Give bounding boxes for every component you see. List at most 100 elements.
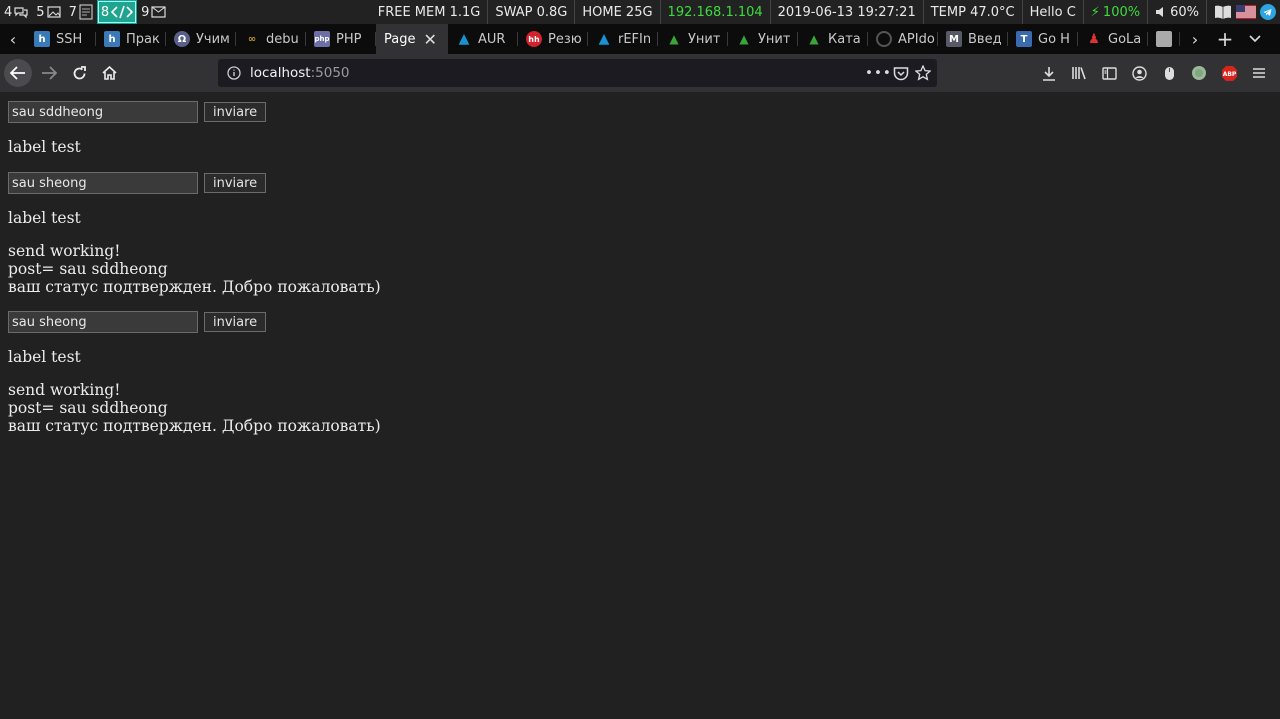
chevron-left-icon: ‹ (9, 29, 17, 49)
tab-kata[interactable]: ▲ Ката (798, 24, 868, 54)
tab-label: debu (266, 31, 299, 47)
triangle-favicon-icon: ▲ (669, 32, 679, 46)
tab-go-h[interactable]: T Go H (1008, 24, 1078, 54)
h-favicon-icon: h (34, 31, 50, 47)
svg-text:ABP: ABP (1222, 71, 1236, 78)
tab-label: Ката (828, 31, 861, 47)
tab-unit-1[interactable]: ▲ Унит (658, 24, 728, 54)
response-post: post= sau sddheong (8, 399, 168, 417)
message-form: inviare (8, 172, 267, 194)
tab-unit-2[interactable]: ▲ Унит (728, 24, 798, 54)
message-input[interactable] (8, 311, 198, 333)
back-button[interactable] (4, 59, 32, 87)
workspace-number: 4 (4, 4, 13, 20)
ip-address: 192.168.1.104 (659, 0, 770, 24)
tab-page-active[interactable]: Page ✕ (376, 24, 448, 54)
account-button[interactable] (1124, 58, 1154, 88)
workspace-8[interactable]: 8 (96, 0, 138, 24)
reload-button[interactable] (64, 58, 94, 88)
workspace-7[interactable]: 7 (65, 0, 97, 24)
tab-label: Унит (688, 31, 721, 47)
telegram-icon[interactable] (1260, 4, 1276, 20)
home-disk: HOME 25G (574, 0, 659, 24)
tab-label: Введ (968, 31, 1002, 47)
page-actions-icon[interactable]: ••• (865, 65, 891, 81)
tab-document[interactable] (1148, 24, 1180, 54)
send-button[interactable]: inviare (204, 173, 267, 193)
pocket-icon[interactable] (893, 66, 909, 81)
url-port: :5050 (310, 65, 350, 81)
image-icon (46, 6, 61, 18)
url-text[interactable]: localhost:5050 (250, 65, 350, 81)
workspace-number: 9 (141, 4, 150, 20)
tab-refind[interactable]: ▲ rEFIn (588, 24, 658, 54)
scroll-tabs-left-button[interactable]: ‹ (0, 24, 26, 54)
tray (1206, 0, 1280, 24)
t-favicon-icon: T (1016, 31, 1032, 47)
battery-percent: 100% (1102, 4, 1141, 20)
extension-circle-button[interactable] (1184, 58, 1214, 88)
forward-button[interactable] (34, 58, 64, 88)
tab-label: SSH (56, 31, 83, 47)
tab-apidoc[interactable]: APIdo (868, 24, 938, 54)
chevron-down-icon (1249, 35, 1261, 43)
adblock-plus-icon: ABP (1221, 65, 1237, 81)
sidebar-button[interactable] (1094, 58, 1124, 88)
page-content: inviare label test inviare label test se… (0, 92, 1280, 719)
message-input[interactable] (8, 101, 198, 123)
scroll-tabs-right-button[interactable]: › (1180, 24, 1210, 54)
mouse-icon (1164, 66, 1174, 80)
info-icon[interactable] (218, 66, 250, 80)
plus-icon: + (1216, 27, 1234, 51)
triangle-favicon-icon: ▲ (739, 32, 749, 46)
extension-mouse-button[interactable] (1154, 58, 1184, 88)
tab-ssh[interactable]: h SSH (26, 24, 96, 54)
tab-golang[interactable]: ♟ GoLa (1078, 24, 1148, 54)
send-button[interactable]: inviare (204, 102, 267, 122)
arch-favicon-icon: ▲ (598, 31, 610, 47)
book-icon[interactable] (1214, 4, 1232, 20)
home-button[interactable] (94, 58, 124, 88)
swap-usage: SWAP 0.8G (487, 0, 574, 24)
url-host: localhost (250, 65, 311, 81)
tab-debug[interactable]: ∞ debu (236, 24, 306, 54)
navigation-toolbar: localhost:5050 ••• ABP (0, 54, 1280, 92)
workspace-4[interactable]: 4 (0, 0, 32, 24)
tab-label: GoLa (1108, 31, 1142, 47)
workspace-5[interactable]: 5 (32, 0, 64, 24)
send-button[interactable]: inviare (204, 312, 267, 332)
url-bar[interactable]: localhost:5050 ••• (218, 59, 937, 87)
volume-percent: 60% (1170, 4, 1199, 20)
form-label: label test (8, 209, 81, 227)
php-favicon-icon: php (314, 31, 330, 47)
open-menu-button[interactable] (1244, 58, 1274, 88)
list-tabs-button[interactable] (1240, 24, 1270, 54)
library-button[interactable] (1064, 58, 1094, 88)
volume-status[interactable]: 60% (1147, 0, 1206, 24)
bookmark-star-icon[interactable] (915, 65, 931, 81)
response-post: post= sau sddheong (8, 260, 168, 278)
tab-label: rEFIn (618, 31, 652, 47)
tab-aur[interactable]: ▲ AUR (448, 24, 518, 54)
downloads-button[interactable] (1034, 58, 1064, 88)
triangle-favicon-icon: ▲ (809, 32, 819, 46)
tab-uchim[interactable]: Ω Учим (166, 24, 236, 54)
github-favicon-icon: Ω (174, 31, 190, 47)
tab-label: Резю (548, 31, 582, 47)
datetime: 2019-06-13 19:27:21 (769, 0, 923, 24)
workspace-number: 7 (68, 4, 77, 20)
code-icon (111, 5, 134, 19)
message-input[interactable] (8, 172, 198, 194)
tab-label: Go H (1038, 31, 1070, 47)
us-flag-icon[interactable] (1236, 5, 1256, 19)
tab-rezyume[interactable]: hh Резю (518, 24, 588, 54)
close-tab-icon[interactable]: ✕ (423, 30, 436, 49)
chat-icon (14, 6, 28, 18)
new-tab-button[interactable]: + (1210, 24, 1240, 54)
tab-php[interactable]: php PHP (306, 24, 376, 54)
tab-label: Page (384, 31, 416, 47)
adblock-button[interactable]: ABP (1214, 58, 1244, 88)
tab-vved[interactable]: M Введ (938, 24, 1008, 54)
workspace-9[interactable]: 9 (137, 0, 170, 24)
tab-prak[interactable]: h Прак (96, 24, 166, 54)
